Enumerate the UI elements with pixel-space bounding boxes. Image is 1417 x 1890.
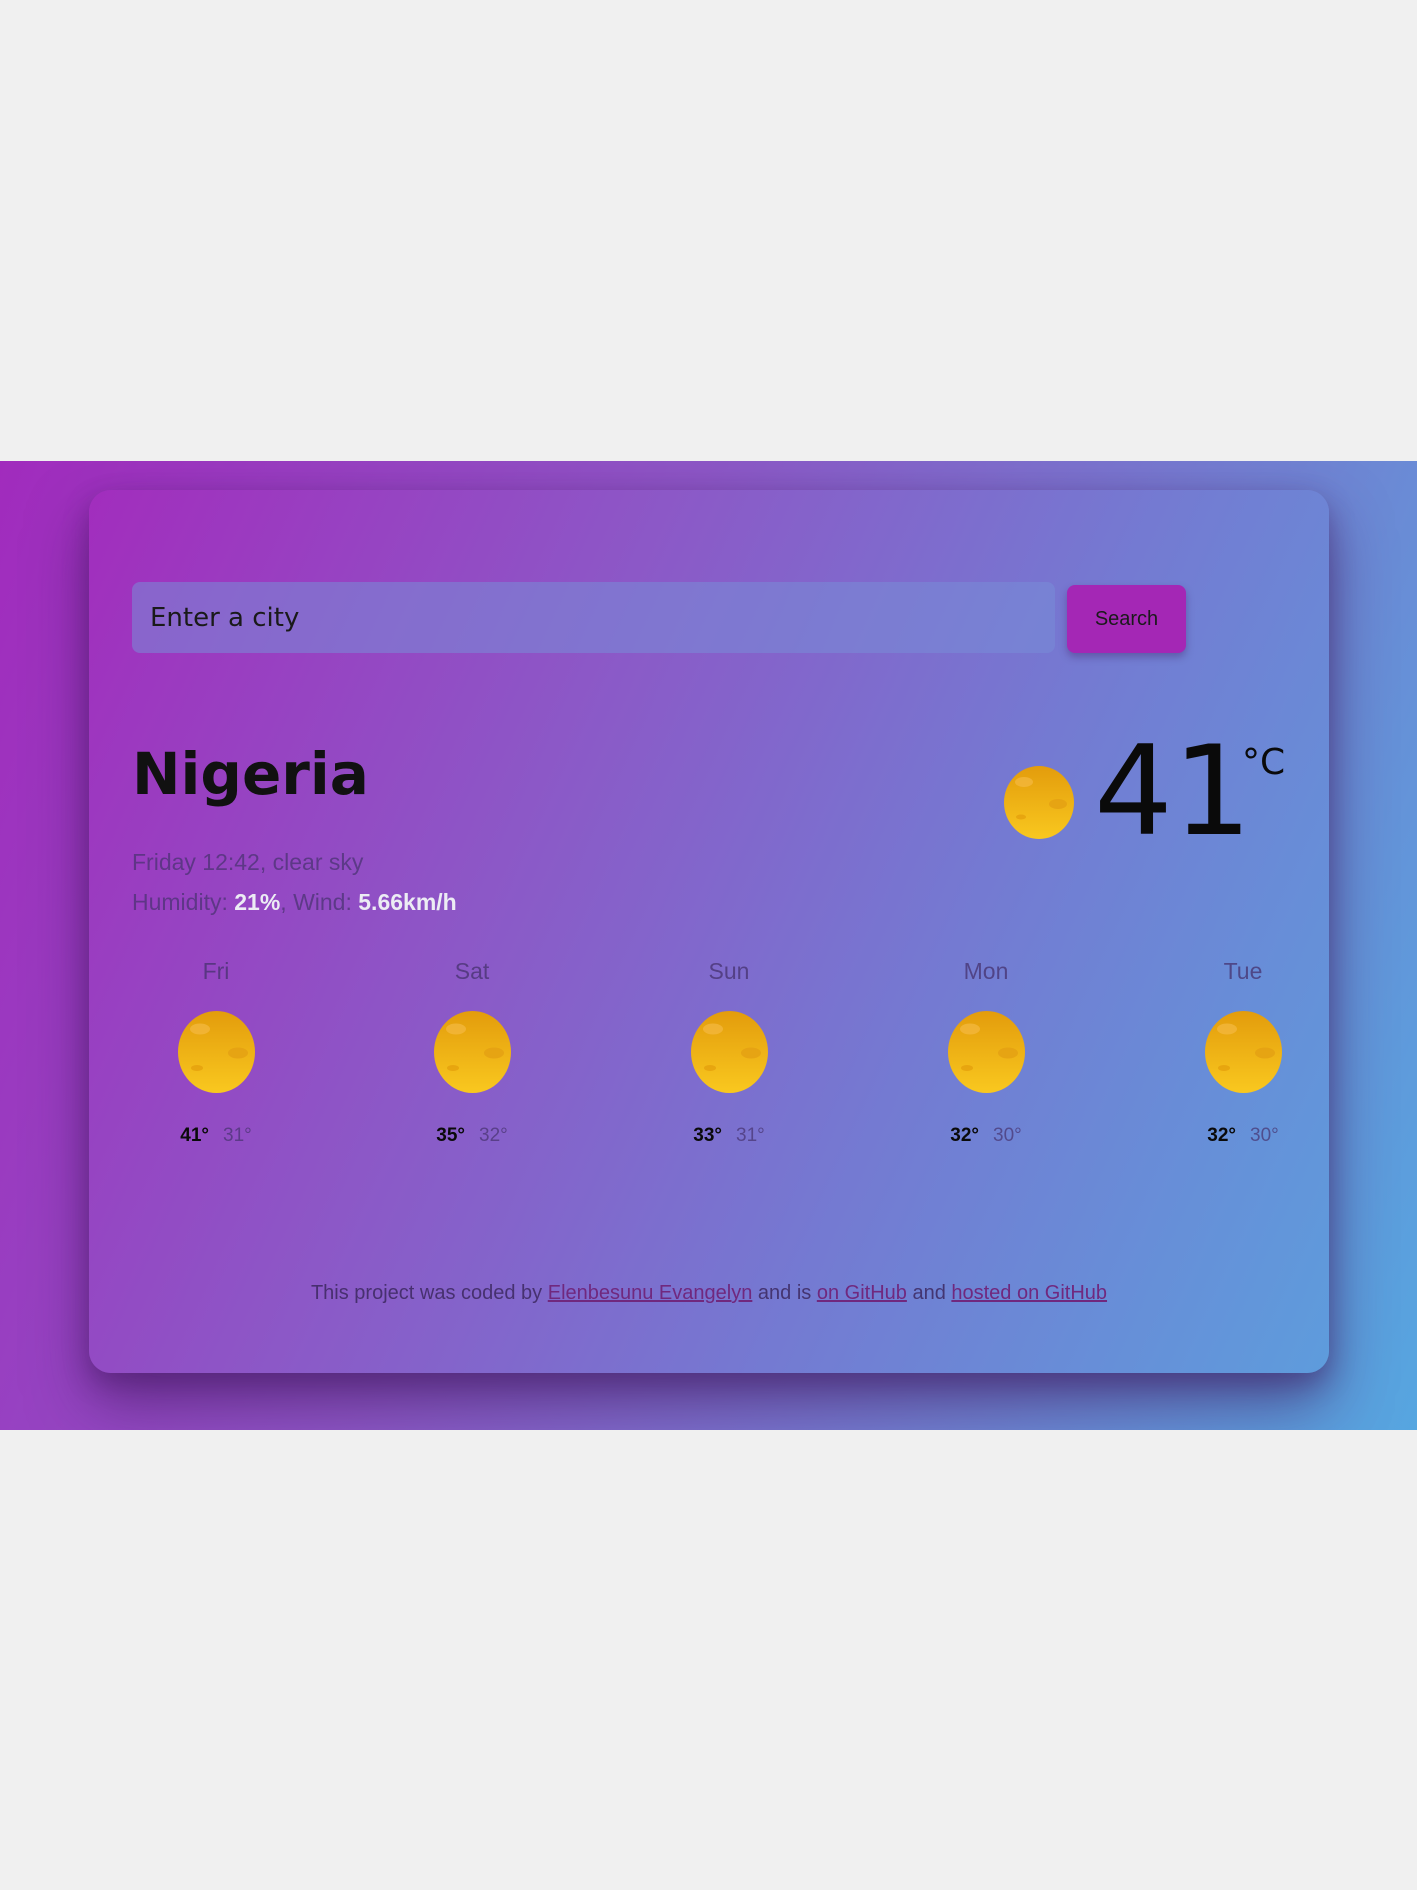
forecast-max-temp: 32° [1207,1125,1236,1146]
datetime-description: Friday 12:42, clear sky [132,849,364,875]
current-details: Friday 12:42, clear sky Humidity: 21%, W… [132,842,457,922]
forecast-temperatures: 33° 31° [669,1121,789,1151]
current-temperature: 41 [1094,720,1252,864]
forecast-min-temp: 30° [993,1125,1022,1146]
footer-text: This project was coded by [310,1282,548,1304]
humidity-label: Humidity: [132,889,235,915]
forecast-day: Fri 41° 31° [156,953,276,1151]
forecast-day-name: Tue [1223,958,1263,984]
sun-icon [1004,766,1074,839]
sun-icon [947,1011,1025,1093]
forecast-day: Tue 32° 30° [1183,953,1303,1151]
weather-app-card: Search Nigeria Friday 12:42, clear sky H… [89,490,1329,1373]
footer-text: and is [752,1282,817,1304]
github-link[interactable]: on GitHub [817,1282,907,1304]
wind-label: , Wind: [280,889,359,915]
humidity-wind-line: Humidity: 21%, Wind: 5.66km/h [132,882,457,922]
forecast-min-temp: 32° [479,1125,508,1146]
city-search-input[interactable] [132,582,1055,653]
wind-value: 5.66km/h [358,889,457,915]
forecast-temperatures: 35° 32° [412,1121,532,1151]
author-link[interactable]: Elenbesunu Evangelyn [548,1282,753,1304]
forecast-max-temp: 33° [693,1125,722,1146]
forecast-day-name: Fri [202,958,230,984]
hosted-link[interactable]: hosted on GitHub [951,1282,1107,1304]
sun-icon [433,1011,511,1093]
search-button[interactable]: Search [1067,585,1186,653]
humidity-value: 21% [234,889,281,915]
temperature-unit: °C [1242,742,1286,783]
background-band: Search Nigeria Friday 12:42, clear sky H… [0,461,1417,1430]
forecast-temperatures: 41° 31° [156,1121,276,1151]
forecast-day: Mon 32° 30° [926,953,1046,1151]
forecast-temperatures: 32° 30° [1183,1121,1303,1151]
sun-icon [690,1011,768,1093]
forecast-day-name: Sun [708,958,750,984]
sun-icon [177,1011,255,1093]
footer-text: and [906,1282,952,1304]
forecast-day-name: Mon [963,958,1009,984]
forecast-min-temp: 30° [1250,1125,1279,1146]
forecast-min-temp: 31° [736,1125,765,1146]
forecast-max-temp: 32° [950,1125,979,1146]
city-name: Nigeria [132,740,369,808]
search-form: Search [132,582,1186,653]
forecast-day-name: Sat [454,958,490,984]
forecast-max-temp: 35° [436,1125,465,1146]
sun-icon [1204,1011,1282,1093]
forecast-max-temp: 41° [180,1125,209,1146]
forecast-min-temp: 31° [223,1125,252,1146]
footer: This project was coded by Elenbesunu Eva… [89,1282,1329,1305]
forecast-day: Sun 33° 31° [669,953,789,1151]
forecast-temperatures: 32° 30° [926,1121,1046,1151]
forecast-day: Sat 35° 32° [412,953,532,1151]
